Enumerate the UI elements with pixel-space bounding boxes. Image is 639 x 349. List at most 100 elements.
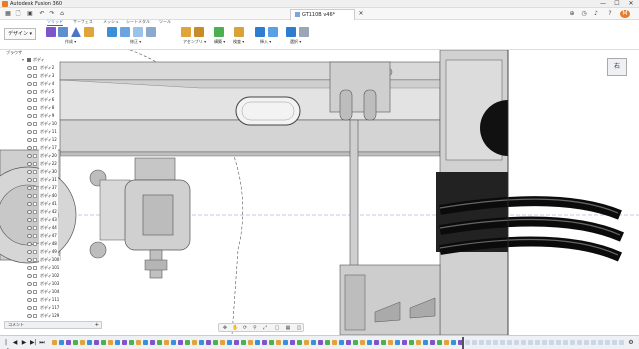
visibility-eye-icon[interactable] [27,186,32,190]
timeline-feature-icon[interactable] [514,340,519,345]
browser-body-item[interactable]: ボディ30 [4,168,62,176]
close-tab-button[interactable]: ✕ [357,10,365,18]
zoom-icon[interactable]: ⚲ [252,325,258,331]
browser-body-item[interactable]: ボディ41 [4,200,62,208]
browser-body-item[interactable]: ボディ31 [4,176,62,184]
fillet-icon[interactable] [120,27,130,37]
timeline-feature-icon[interactable] [185,340,190,345]
browser-body-item[interactable]: ボディ22 [4,160,62,168]
timeline-feature-icon[interactable] [150,340,155,345]
group-inspect[interactable]: 検査 ▾ [233,39,244,44]
timeline-feature-icon[interactable] [521,340,526,345]
timeline-feature-icon[interactable] [262,340,267,345]
revolve-icon[interactable] [71,27,81,37]
timeline-feature-icon[interactable] [59,340,64,345]
timeline-feature-icon[interactable] [318,340,323,345]
visibility-eye-icon[interactable] [27,306,32,310]
browser-body-item[interactable]: ボディ9 [4,112,62,120]
timeline-feature-icon[interactable] [479,340,484,345]
offset-plane-icon[interactable] [214,27,224,37]
visibility-eye-icon[interactable] [27,98,32,102]
timeline-feature-icon[interactable] [73,340,78,345]
assemble-icon[interactable] [181,27,191,37]
browser-body-item[interactable]: ボディ6 [4,96,62,104]
group-select[interactable]: 選択 ▾ [290,39,301,44]
timeline-feature-icon[interactable] [87,340,92,345]
redo-icon[interactable]: ↷ [48,10,56,18]
timeline-feature-icon[interactable] [164,340,169,345]
timeline-feature-icon[interactable] [157,340,162,345]
comments-bar[interactable]: コメント + [4,321,102,329]
browser-body-item[interactable]: ボディ103 [4,280,62,288]
timeline-feature-icon[interactable] [311,340,316,345]
timeline-feature-icon[interactable] [213,340,218,345]
visibility-eye-icon[interactable] [27,314,32,318]
save-icon[interactable]: ▣ [26,10,34,18]
tab-sheet-metal[interactable]: シートメタル [126,19,150,25]
timeline-feature-icon[interactable] [507,340,512,345]
timeline-feature-icon[interactable] [199,340,204,345]
browser-body-item[interactable]: ボディ40 [4,192,62,200]
timeline-feature-icon[interactable] [220,340,225,345]
minimize-button[interactable]: — [596,0,610,8]
timeline-feature-icon[interactable] [409,340,414,345]
visibility-eye-icon[interactable] [27,82,32,86]
group-construct[interactable]: 構築 ▾ [214,39,225,44]
browser-body-item[interactable]: ボディ43 [4,216,62,224]
browser-body-item[interactable]: ボディ12 [4,136,62,144]
visibility-eye-icon[interactable] [27,122,32,126]
visibility-eye-icon[interactable] [27,250,32,254]
timeline-feature-icon[interactable] [171,340,176,345]
timeline-feature-icon[interactable] [591,340,596,345]
timeline-feature-icon[interactable] [241,340,246,345]
timeline-feature-icon[interactable] [570,340,575,345]
timeline-feature-icon[interactable] [472,340,477,345]
visibility-eye-icon[interactable] [27,154,32,158]
group-assembly[interactable]: アセンブリ ▾ [183,39,206,44]
timeline-feature-icon[interactable] [227,340,232,345]
tab-surface[interactable]: サーフェス [73,19,93,25]
visibility-eye-icon[interactable] [27,130,32,134]
timeline-feature-icon[interactable] [136,340,141,345]
timeline-feature-icon[interactable] [108,340,113,345]
timeline-settings-icon[interactable]: ⚙ [628,339,634,347]
viewcube[interactable]: 右 [607,58,627,76]
visibility-eye-icon[interactable] [27,298,32,302]
joint-icon[interactable] [194,27,204,37]
browser-body-item[interactable]: ボディ20 [4,152,62,160]
timeline-feature-icon[interactable] [395,340,400,345]
insert-image-icon[interactable] [268,27,278,37]
timeline-feature-icon[interactable] [353,340,358,345]
browser-body-item[interactable]: ボディ4 [4,80,62,88]
add-comment-icon[interactable]: + [95,322,99,328]
timeline-feature-icon[interactable] [283,340,288,345]
visibility-eye-icon[interactable] [27,178,32,182]
group-create[interactable]: 作成 ▾ [65,39,76,44]
timeline-marker[interactable] [462,337,464,349]
timeline-feature-icon[interactable] [297,340,302,345]
insert-icon[interactable] [255,27,265,37]
timeline-feature-icon[interactable] [381,340,386,345]
visibility-eye-icon[interactable] [27,282,32,286]
timeline-feature-icon[interactable] [549,340,554,345]
browser-body-item[interactable]: ボディ37 [4,184,62,192]
tab-mesh[interactable]: メッシュ [103,19,119,25]
visibility-eye-icon[interactable] [27,290,32,294]
browser-body-item[interactable]: ボディ100 [4,256,62,264]
timeline-feature-icon[interactable] [605,340,610,345]
timeline-feature-icon[interactable] [178,340,183,345]
grid-icon[interactable]: ▦ [4,10,12,18]
visibility-eye-icon[interactable] [27,162,32,166]
browser-body-item[interactable]: ボディ102 [4,272,62,280]
document-tab[interactable]: GT110B v46* [290,9,355,20]
timeline-feature-icon[interactable] [52,340,57,345]
help-icon[interactable]: ? [606,10,614,18]
hole-icon[interactable] [84,27,94,37]
go-end-button[interactable]: ⏭ [39,339,45,347]
timeline-feature-icon[interactable] [80,340,85,345]
timeline-feature-icon[interactable] [451,340,456,345]
visibility-eye-icon[interactable] [27,66,32,70]
file-icon[interactable]: 🗋 [14,10,22,18]
browser-body-item[interactable]: ボディ49 [4,248,62,256]
timeline-feature-icon[interactable] [248,340,253,345]
